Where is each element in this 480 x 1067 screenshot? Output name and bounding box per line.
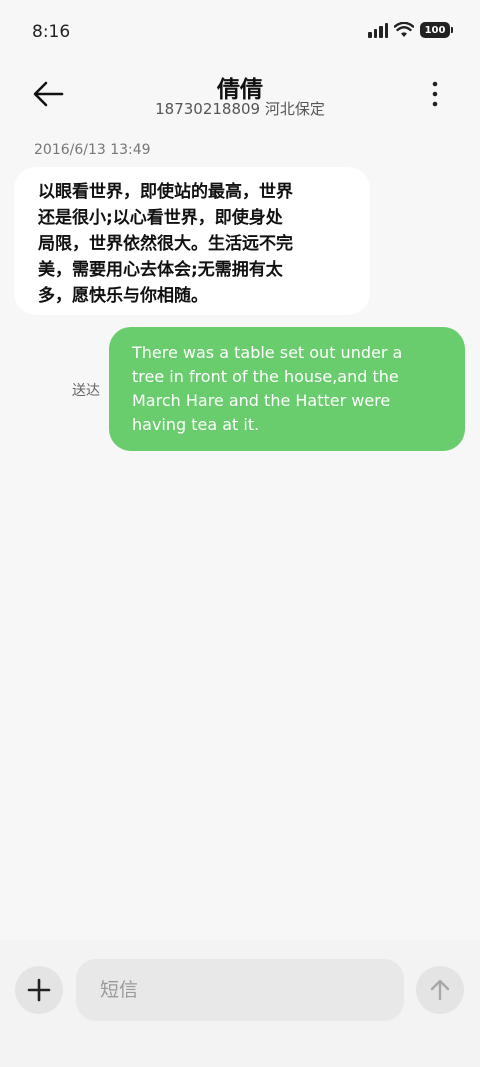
message-line: tree in front of the house,and the bbox=[132, 367, 399, 386]
message-line: 多，愿快乐与你相随。 bbox=[38, 286, 208, 306]
status-time: 8:16 bbox=[32, 22, 71, 42]
message-line: 美，需要用心去体会;无需拥有太 bbox=[38, 260, 283, 280]
status-bar: 8:16 100 bbox=[0, 0, 480, 66]
attach-button[interactable] bbox=[15, 966, 63, 1014]
message-line: There was a table set out under a bbox=[132, 343, 403, 362]
message-timestamp: 2016/6/13 13:49 bbox=[34, 142, 151, 158]
message-input[interactable] bbox=[76, 959, 404, 1021]
send-button[interactable] bbox=[416, 966, 464, 1014]
delivery-status: 送达 bbox=[72, 383, 100, 399]
message-line: 局限，世界依然很大。生活远不完 bbox=[38, 234, 293, 254]
conversation-header: 倩倩 18730218809 河北保定 bbox=[0, 66, 480, 126]
more-vert-icon bbox=[432, 81, 438, 107]
more-options-button[interactable] bbox=[428, 80, 442, 108]
message-line: 以眼看世界，即使站的最高，世界 bbox=[38, 182, 293, 202]
message-line: 还是很小;以心看世界，即使身处 bbox=[38, 208, 283, 228]
incoming-message-bubble[interactable]: 以眼看世界，即使站的最高，世界 还是很小;以心看世界，即使身处 局限，世界依然很… bbox=[14, 167, 370, 315]
message-line: March Hare and the Hatter were bbox=[132, 391, 391, 410]
battery-icon: 100 bbox=[420, 22, 453, 38]
wifi-icon bbox=[394, 22, 414, 37]
send-arrow-icon bbox=[430, 979, 450, 1001]
message-line: having tea at it. bbox=[132, 415, 260, 434]
battery-level: 100 bbox=[424, 24, 446, 36]
signal-icon bbox=[368, 22, 388, 38]
contact-number-location: 18730218809 河北保定 bbox=[155, 100, 325, 118]
composer-bar bbox=[0, 940, 480, 1067]
plus-icon bbox=[27, 978, 51, 1002]
outgoing-message-bubble[interactable]: There was a table set out under a tree i… bbox=[109, 327, 465, 451]
status-icons: 100 bbox=[368, 22, 453, 38]
